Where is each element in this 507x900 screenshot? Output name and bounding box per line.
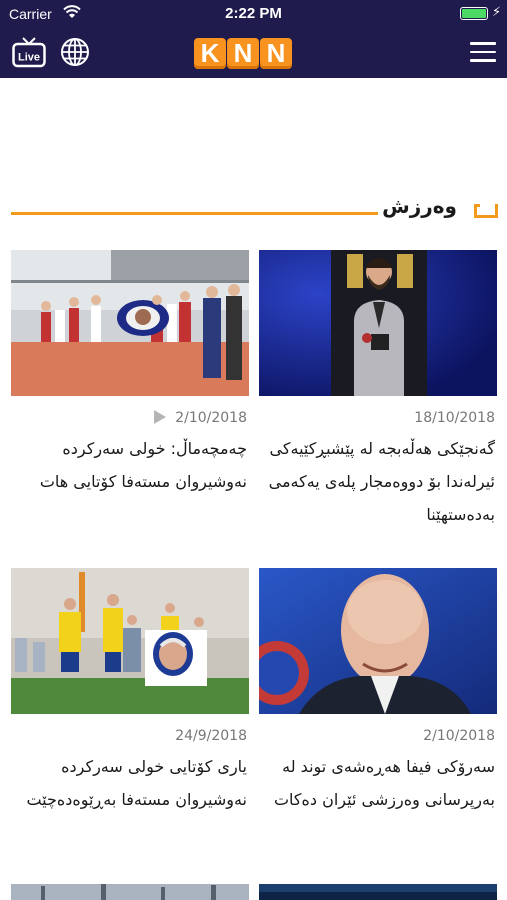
globe-icon[interactable] (60, 37, 90, 67)
logo-letter: N (260, 38, 292, 69)
video-play-icon (154, 410, 166, 424)
article-title[interactable]: چەمچەماڵ: خولی سەرکردە نەوشیروان مستەفا … (11, 432, 247, 498)
logo-letter: N (227, 38, 259, 69)
article-thumbnail[interactable] (11, 568, 249, 714)
article-date: 2/10/2018 (423, 728, 495, 744)
article-card[interactable]: 24/9/2018 یاری کۆتایی خولی سەرکردە نەوشی… (11, 568, 249, 809)
clock: 2:22 PM (225, 5, 282, 22)
logo-letter: K (194, 38, 226, 69)
battery-icon (460, 7, 488, 20)
live-label: Live (18, 52, 40, 64)
article-card[interactable]: 18/10/2018 گەنجێکی هەڵەبجە لە پێشبڕكێیەک… (259, 250, 497, 524)
article-date: 18/10/2018 (414, 410, 495, 426)
article-thumbnail[interactable] (11, 250, 249, 396)
article-card[interactable]: 2/10/2018 چەمچەماڵ: خولی سەرکردە نەوشیرو… (11, 250, 249, 491)
article-title[interactable]: گەنجێکی هەڵەبجە لە پێشبڕكێیەکی ئیرلەندا … (259, 432, 495, 531)
section-title: وەرزش (382, 194, 457, 218)
section-divider (11, 212, 378, 215)
sports-section-header: وەرزش (0, 192, 507, 228)
article-thumbnail[interactable] (11, 884, 249, 900)
article-date: 2/10/2018 (175, 410, 247, 426)
hamburger-menu-icon[interactable] (470, 42, 496, 62)
section-marker-icon (474, 204, 498, 218)
article-thumbnail[interactable] (259, 250, 497, 396)
live-tv-icon[interactable]: Live (12, 36, 46, 68)
knn-logo[interactable]: K N N (194, 38, 292, 69)
article-thumbnail[interactable] (259, 568, 497, 714)
status-bar: Carrier 2:22 PM ⚡ (0, 0, 507, 28)
article-card[interactable]: 2/10/2018 سەرۆکی فیفا هەڕەشەی توند لە بە… (259, 568, 497, 809)
article-title[interactable]: یاری کۆتایی خولی سەرکردە نەوشیروان مستەف… (11, 750, 247, 816)
article-thumbnail[interactable] (259, 884, 497, 900)
article-date: 24/9/2018 (175, 728, 247, 744)
charging-bolt-icon: ⚡ (492, 5, 502, 20)
article-title[interactable]: سەرۆکی فیفا هەڕەشەی توند لە بەرپرسانی وە… (259, 750, 495, 816)
top-header: Carrier 2:22 PM ⚡ Live K N N (0, 0, 507, 78)
